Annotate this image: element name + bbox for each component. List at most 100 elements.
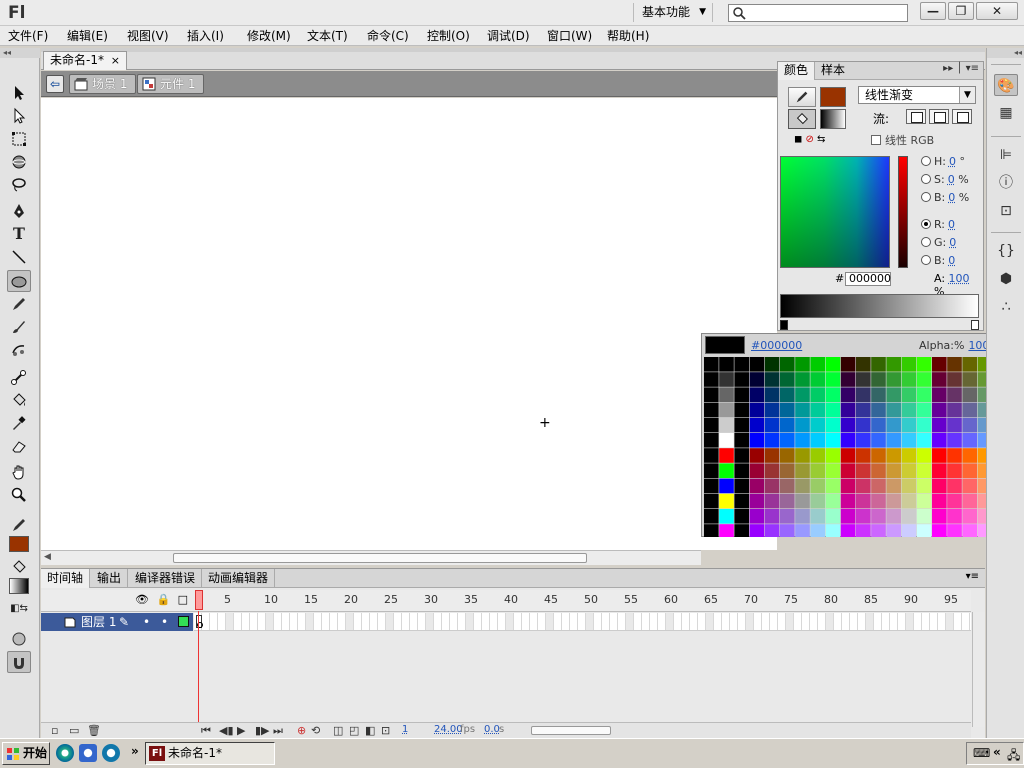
color-swatch[interactable]: [826, 448, 841, 463]
color-swatch[interactable]: [917, 433, 932, 448]
color-swatch[interactable]: [947, 479, 962, 494]
color-swatch[interactable]: [871, 357, 886, 372]
color-swatch[interactable]: [932, 494, 947, 509]
color-swatch[interactable]: [841, 403, 856, 418]
color-swatch[interactable]: [932, 387, 947, 402]
object-drawing-icon[interactable]: [7, 628, 31, 650]
color-swatch[interactable]: [734, 509, 749, 524]
step-forward-icon[interactable]: ▮▶: [255, 724, 270, 737]
color-swatch[interactable]: [704, 357, 719, 372]
back-arrow-icon[interactable]: ⇦: [46, 75, 64, 93]
color-swatch[interactable]: [750, 479, 765, 494]
color-swatch[interactable]: [734, 479, 749, 494]
loop-icon[interactable]: ⟲: [311, 724, 320, 737]
minimize-button[interactable]: —: [920, 2, 946, 20]
scroll-left-icon[interactable]: ◀: [44, 552, 51, 562]
flow-reflect-button[interactable]: [929, 109, 949, 124]
layer-outline-color[interactable]: [178, 616, 189, 627]
color-swatch[interactable]: [856, 387, 871, 402]
color-swatch[interactable]: [886, 494, 901, 509]
eyedropper-icon[interactable]: [7, 412, 31, 434]
color-swatch[interactable]: [734, 448, 749, 463]
snap-magnet-icon[interactable]: [7, 651, 31, 673]
tab-output[interactable]: 输出: [91, 569, 128, 588]
close-button[interactable]: ✕: [976, 2, 1018, 20]
color-swatch[interactable]: [871, 403, 886, 418]
color-swatch[interactable]: [734, 463, 749, 478]
current-frame-value[interactable]: 1: [402, 724, 408, 735]
color-swatch[interactable]: [856, 403, 871, 418]
color-swatch[interactable]: [886, 403, 901, 418]
color-swatch[interactable]: [765, 387, 780, 402]
color-swatch[interactable]: [917, 403, 932, 418]
color-swatch[interactable]: [810, 433, 825, 448]
lock-dot-icon[interactable]: •: [161, 613, 168, 631]
layer-row[interactable]: 图层 1 ✎ • •: [41, 613, 193, 631]
color-swatch[interactable]: [795, 463, 810, 478]
color-swatch[interactable]: [932, 418, 947, 433]
3d-rotation-tool-icon[interactable]: [7, 151, 31, 173]
color-swatch[interactable]: [719, 494, 734, 509]
color-swatch[interactable]: [765, 433, 780, 448]
keyframe[interactable]: [196, 615, 202, 628]
color-swatch[interactable]: [795, 433, 810, 448]
color-swatch[interactable]: [841, 509, 856, 524]
color-swatch[interactable]: [719, 372, 734, 387]
menu-file[interactable]: 文件(F): [8, 28, 48, 44]
color-swatch[interactable]: [795, 372, 810, 387]
color-swatch[interactable]: [780, 387, 795, 402]
menu-edit[interactable]: 编辑(E): [67, 28, 108, 44]
color-swatch[interactable]: [856, 524, 871, 537]
color-swatch[interactable]: [871, 372, 886, 387]
color-swatch[interactable]: [826, 509, 841, 524]
color-swatch[interactable]: [962, 372, 977, 387]
color-swatch[interactable]: [886, 372, 901, 387]
color-swatch[interactable]: [962, 357, 977, 372]
fill-mode-button[interactable]: [788, 109, 816, 129]
outline-icon[interactable]: □: [178, 593, 188, 606]
color-swatch[interactable]: [810, 448, 825, 463]
color-swatch[interactable]: [902, 372, 917, 387]
transform-icon[interactable]: ⊡: [994, 200, 1018, 222]
breadcrumb-symbol[interactable]: 元件 1: [137, 74, 204, 94]
swatch-alpha-field[interactable]: Alpha:% 100: [919, 339, 989, 352]
blue-value[interactable]: 0: [948, 254, 955, 267]
color-swatch[interactable]: [947, 433, 962, 448]
red-field[interactable]: R: 0: [921, 218, 955, 231]
color-swatch[interactable]: [765, 418, 780, 433]
color-swatch[interactable]: [886, 524, 901, 537]
menu-commands[interactable]: 命令(C): [367, 28, 409, 44]
color-swatch[interactable]: [780, 357, 795, 372]
color-swatch[interactable]: [962, 463, 977, 478]
menu-modify[interactable]: 修改(M): [247, 28, 291, 44]
color-swatch[interactable]: [856, 372, 871, 387]
color-swatch[interactable]: [917, 387, 932, 402]
linear-rgb-checkbox[interactable]: 线性 RGB: [871, 132, 934, 148]
radio-icon[interactable]: [921, 255, 931, 265]
swatch-hex-value[interactable]: #000000: [751, 339, 802, 352]
color-swatch[interactable]: [810, 524, 825, 537]
color-swatch[interactable]: [902, 387, 917, 402]
color-swatch[interactable]: [734, 524, 749, 537]
color-swatch[interactable]: [750, 357, 765, 372]
color-swatch[interactable]: [841, 372, 856, 387]
eraser-icon[interactable]: [7, 435, 31, 457]
color-swatch[interactable]: [902, 463, 917, 478]
menu-view[interactable]: 视图(V): [127, 28, 169, 44]
color-swatch[interactable]: [704, 463, 719, 478]
play-icon[interactable]: ▶: [237, 724, 245, 737]
frame-grid[interactable]: [194, 613, 971, 631]
layer-name[interactable]: 图层 1: [81, 613, 116, 631]
taskbar-window-button[interactable]: Fl 未命名-1*: [145, 742, 275, 765]
color-swatch[interactable]: [826, 418, 841, 433]
lock-icon[interactable]: 🔒: [156, 593, 170, 606]
zoom-tool-icon[interactable]: [7, 484, 31, 506]
color-swatch[interactable]: [734, 372, 749, 387]
swatch-grid[interactable]: [704, 357, 1018, 537]
color-swatch[interactable]: [856, 494, 871, 509]
color-swatch[interactable]: [856, 448, 871, 463]
paint-bucket-icon[interactable]: [7, 389, 31, 411]
color-swatch[interactable]: [704, 509, 719, 524]
pen-tool-icon[interactable]: [7, 200, 31, 222]
color-swatch[interactable]: [810, 509, 825, 524]
